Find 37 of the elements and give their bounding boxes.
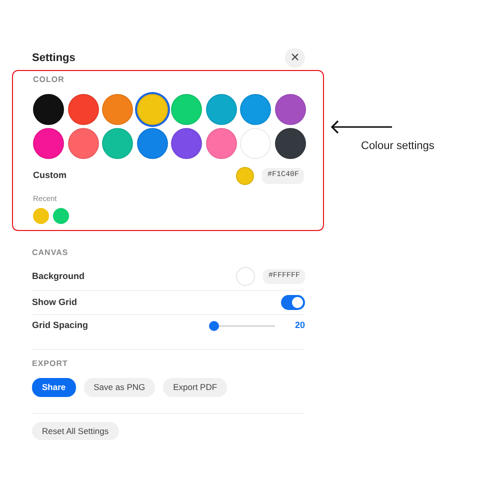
background-label: Background bbox=[32, 270, 85, 283]
color-swatch[interactable] bbox=[206, 94, 236, 125]
color-swatch[interactable] bbox=[68, 128, 98, 159]
color-swatch[interactable] bbox=[68, 94, 98, 125]
color-swatch[interactable] bbox=[136, 128, 168, 159]
color-swatch[interactable] bbox=[171, 128, 202, 159]
grid-spacing-label: Grid Spacing bbox=[32, 319, 88, 332]
export-button[interactable]: Export PDF bbox=[163, 378, 228, 396]
share-button[interactable]: Share bbox=[32, 378, 76, 396]
reset-button[interactable]: Reset All Settings bbox=[32, 422, 119, 440]
color-swatch[interactable] bbox=[33, 128, 64, 159]
close-button[interactable]: × bbox=[285, 48, 305, 68]
recent-color-swatch[interactable] bbox=[33, 208, 49, 224]
custom-color-swatch[interactable] bbox=[236, 167, 254, 185]
color-swatch[interactable] bbox=[102, 128, 133, 159]
section-heading: EXPORT bbox=[32, 358, 69, 370]
section-heading: COLOR bbox=[33, 74, 66, 86]
slider-value: 20 bbox=[294, 319, 305, 332]
color-swatch[interactable] bbox=[33, 94, 64, 125]
background-color-swatch[interactable] bbox=[236, 267, 256, 286]
slider-thumb[interactable] bbox=[209, 321, 219, 331]
export-button[interactable]: Save as PNG bbox=[84, 378, 156, 396]
custom-label: Custom bbox=[33, 169, 66, 182]
annotation-label: Colour settings bbox=[361, 139, 434, 154]
color-swatch[interactable] bbox=[274, 94, 306, 125]
color-swatch[interactable] bbox=[274, 128, 306, 159]
color-swatch[interactable] bbox=[136, 94, 168, 125]
color-swatch[interactable] bbox=[206, 128, 236, 159]
color-swatch[interactable] bbox=[171, 94, 202, 125]
color-swatch[interactable] bbox=[102, 94, 133, 125]
arrow bbox=[330, 120, 392, 134]
toggle-switch[interactable] bbox=[281, 295, 305, 310]
recent-color-swatch[interactable] bbox=[53, 208, 69, 224]
settings-title: Settings bbox=[32, 50, 76, 66]
section-heading: CANVAS bbox=[32, 247, 70, 260]
show-grid-label: Show Grid bbox=[32, 296, 77, 309]
color-swatch[interactable] bbox=[240, 94, 271, 125]
